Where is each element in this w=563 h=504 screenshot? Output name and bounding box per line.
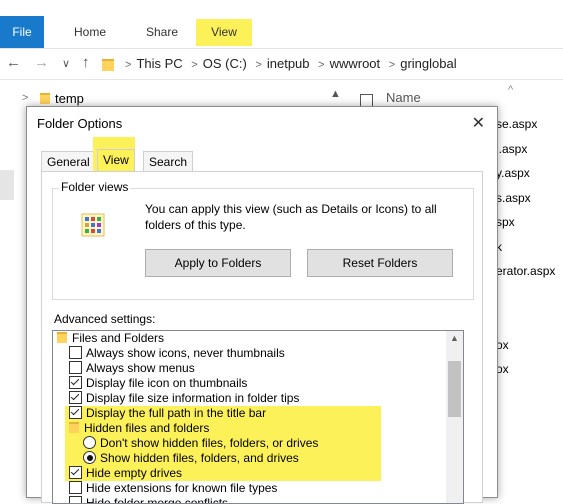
settings-item-always-show-menus[interactable]: Always show menus [69,361,195,376]
folder-icon [40,93,50,104]
folder-options-dialog: Folder Options ✕ General View Search Fol… [26,106,498,504]
scroll-up-icon[interactable]: ▲ [330,88,341,100]
settings-item-display-file-icon[interactable]: Display file icon on thumbnails [69,376,247,391]
chevron-right-icon: > [255,59,262,71]
settings-item-hide-empty-drives[interactable]: Hide empty drives [69,466,182,481]
close-icon[interactable]: ✕ [472,113,485,133]
recent-locations-icon[interactable]: ∨ [62,57,70,70]
tab-view[interactable]: View [97,149,135,173]
folder-views-group: Folder views You can apply this view (su… [52,180,474,300]
list-item[interactable]: s.aspx [496,186,563,211]
checkbox[interactable] [69,346,82,359]
settings-item-dont-show-hidden[interactable]: Don't show hidden files, folders, or dri… [83,436,318,451]
list-item[interactable]: ox [496,333,563,358]
checkbox[interactable] [69,481,82,494]
list-item[interactable]: y.aspx [496,161,563,186]
list-item[interactable]: se.aspx [496,112,563,137]
list-item[interactable] [496,284,563,309]
list-item[interactable]: l.aspx [496,137,563,162]
checkbox-checked[interactable] [69,466,82,479]
chevron-right-icon: > [388,59,396,71]
settings-item-hidden-files-folders[interactable]: Hidden files and folders [69,421,209,436]
breadcrumb-this-pc[interactable]: This PC [136,56,182,71]
list-item[interactable] [496,308,563,333]
tab-file[interactable]: File [0,16,44,48]
radio-button-selected[interactable] [83,451,96,464]
breadcrumb[interactable]: > This PC > OS (C:) > inetpub > wwwroot > gri… [120,56,457,71]
folder-views-description: You can apply this view (such as Details… [145,202,437,232]
tab-general[interactable]: General [41,151,96,172]
settings-item-display-file-size[interactable]: Display file size information in folder … [69,391,299,406]
window-title-bar [0,0,563,16]
address-bar: ← → ∨ ↑ > This PC > OS (C:) > inetpub > wwwr… [0,49,563,80]
forward-arrow-icon[interactable]: → [34,54,49,71]
view-tab-panel: Folder views You can apply this view (su… [41,171,483,504]
list-item[interactable]: k [496,235,563,260]
scrollbar-thumb[interactable] [448,361,461,417]
scroll-up-icon[interactable]: ▲ [450,333,459,343]
tab-share[interactable]: Share [140,22,184,42]
chevron-right-icon: > [191,59,198,71]
checkbox-checked[interactable] [69,406,82,419]
column-header-name[interactable]: Name [386,90,421,105]
sort-caret-icon: ^ [508,84,514,96]
settings-item-display-full-path[interactable]: Display the full path in the title bar [69,406,266,421]
dialog-title: Folder Options [37,116,123,131]
tab-view[interactable]: View [196,19,252,46]
settings-item-files-and-folders[interactable]: Files and Folders [57,331,164,346]
folder-views-label: Folder views [59,180,131,194]
chevron-right-icon: > [125,59,132,71]
settings-item-always-show-icons[interactable]: Always show icons, never thumbnails [69,346,285,361]
advanced-settings-label: Advanced settings: [54,312,156,326]
reset-folders-button[interactable]: Reset Folders [307,249,453,277]
checkbox-checked[interactable] [69,391,82,404]
file-list: se.aspx l.aspx y.aspx s.aspx spx k erato… [496,112,563,382]
nav-pane-selection [0,170,14,200]
advanced-settings-list[interactable]: Files and Folders Always show icons, nev… [52,330,464,504]
folder-views-icon [81,213,105,237]
checkbox[interactable] [69,496,82,503]
settings-item-hide-folder-merge-conflicts[interactable]: Hide folder merge conflicts [69,496,228,503]
breadcrumb-os-c[interactable]: OS (C:) [203,56,247,71]
apply-to-folders-button[interactable]: Apply to Folders [145,249,291,277]
checkbox[interactable] [69,361,82,374]
expand-chevron-icon[interactable]: > [22,92,28,104]
chevron-right-icon: > [318,59,325,71]
list-item[interactable]: spx [496,210,563,235]
settings-item-show-hidden[interactable]: Show hidden files, folders, and drives [83,451,299,466]
breadcrumb-inetpub[interactable]: inetpub [267,56,310,71]
tab-home[interactable]: Home [68,22,112,42]
checkbox-checked[interactable] [69,376,82,389]
radio-button[interactable] [83,436,96,449]
list-item[interactable]: erator.aspx [496,259,563,284]
folder-icon [57,332,67,343]
back-arrow-icon[interactable]: ← [6,54,21,71]
breadcrumb-wwwroot[interactable]: wwwroot [330,56,381,71]
folder-icon [102,59,114,71]
settings-item-hide-extensions[interactable]: Hide extensions for known file types [69,481,277,496]
nav-tree-item[interactable]: temp [40,91,84,106]
tab-search[interactable]: Search [143,151,194,172]
breadcrumb-gringlobal[interactable]: gringlobal [400,56,456,71]
settings-scrollbar[interactable]: ▲ [446,331,463,503]
list-item[interactable]: ox [496,357,563,382]
up-arrow-icon[interactable]: ↑ [82,54,90,71]
folder-icon [69,422,79,433]
ribbon-tabs: File Home Share View [0,16,563,49]
